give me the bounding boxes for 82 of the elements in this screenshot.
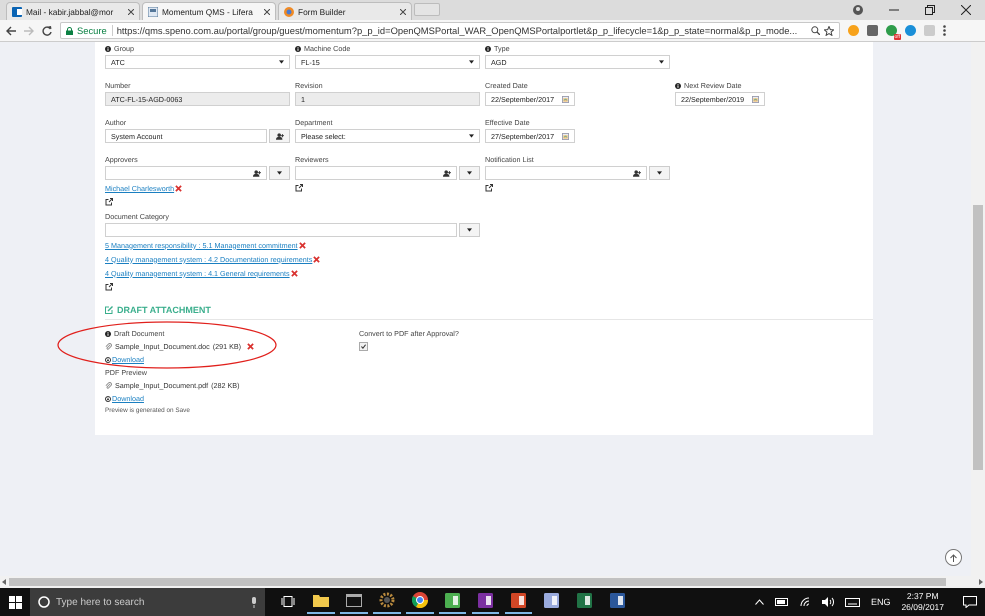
dropdown-button[interactable] (459, 223, 480, 237)
wifi-icon[interactable] (800, 597, 811, 607)
remove-icon[interactable] (290, 270, 298, 276)
caret-icon (469, 60, 474, 64)
dropdown-button[interactable] (269, 166, 290, 180)
download-icon (105, 356, 111, 362)
add-user-button[interactable] (269, 129, 290, 143)
notification-icon[interactable] (963, 596, 977, 608)
caret-icon (659, 60, 664, 64)
add-user-icon (443, 170, 451, 176)
search-icon (38, 596, 50, 608)
remove-icon[interactable] (313, 256, 320, 262)
volume-icon[interactable] (822, 597, 834, 607)
add-user-icon (633, 170, 641, 176)
add-user-icon (253, 170, 261, 176)
calendar-icon[interactable] (752, 96, 759, 102)
restore-icon[interactable] (925, 5, 935, 15)
caret-icon (469, 134, 474, 138)
extension-icon[interactable] (867, 25, 878, 36)
zoom-icon[interactable] (811, 26, 820, 35)
horizontal-scrollbar[interactable] (0, 576, 985, 588)
caret-icon (279, 60, 284, 64)
task-view-icon[interactable] (280, 596, 294, 606)
search-field[interactable]: Type here to search (30, 588, 265, 616)
calendar-icon[interactable] (562, 96, 569, 102)
lock-icon (66, 26, 73, 34)
caret-icon (467, 171, 472, 175)
external-link-icon[interactable] (105, 283, 113, 291)
clock[interactable]: 2:37 PM 26/09/2017 (901, 591, 944, 613)
add-user-icon (276, 132, 284, 140)
browser-tab[interactable]: Form Builder (278, 2, 412, 20)
star-icon[interactable] (824, 26, 834, 36)
keyboard-icon[interactable] (844, 598, 860, 606)
address-bar[interactable]: Secure https://qms.speno.com.au/portal/group/guest/momentum?p_p_id=OpenQMSPortal_WAR_OpenQMSPortalportlet&p_p_lifecycle=1&p_p_state=normal&p_p_mode... (60, 22, 840, 39)
user-icon[interactable] (853, 5, 863, 15)
edit-icon (105, 306, 113, 314)
input-field[interactable] (105, 223, 457, 237)
caret-icon (657, 171, 662, 175)
paperclip-icon (105, 343, 112, 350)
extension-icon[interactable] (905, 25, 916, 36)
menu-icon[interactable] (943, 25, 946, 36)
close-icon[interactable] (400, 8, 406, 14)
input-field[interactable] (485, 166, 647, 180)
scroll-left-icon[interactable] (2, 579, 6, 585)
url-text: https://qms.speno.com.au/portal/group/guest/momentum?p_p_id=OpenQMSPortal_WAR_OpenQMSPortalportlet&p_p_lifecycle=1&p_p_state=normal&p_p_mode... (116, 25, 798, 36)
download-icon (105, 396, 111, 402)
input-field[interactable] (105, 166, 267, 180)
chevron-up-icon[interactable] (754, 599, 764, 605)
remove-icon[interactable] (175, 184, 182, 192)
back-icon[interactable] (6, 26, 16, 36)
external-link-icon[interactable] (485, 184, 493, 192)
remove-icon[interactable] (247, 343, 254, 350)
input-field[interactable] (295, 166, 457, 180)
windows-icon (8, 596, 22, 608)
external-link-icon[interactable] (105, 198, 113, 206)
dropdown-button[interactable] (649, 166, 670, 180)
mail-icon (12, 6, 22, 16)
calendar-icon[interactable] (562, 132, 569, 140)
microphone-icon[interactable] (251, 596, 257, 608)
browser-tab[interactable]: Mail - kabir.jabbal@mor (6, 2, 140, 20)
close-icon[interactable] (264, 8, 270, 14)
page-icon (148, 6, 158, 16)
secure-label: Secure (77, 25, 113, 36)
caret-icon (277, 171, 282, 175)
scroll-right-icon[interactable] (979, 579, 983, 585)
external-link-icon[interactable] (295, 184, 303, 192)
paperclip-icon (105, 382, 112, 389)
close-icon[interactable] (128, 8, 134, 14)
caret-icon (467, 228, 472, 232)
remove-icon[interactable] (298, 242, 306, 248)
vertical-scrollbar[interactable] (971, 42, 985, 576)
section-title: DRAFT ATTACHMENT (117, 305, 211, 315)
scroll-top-button[interactable] (945, 549, 962, 566)
close-icon[interactable] (961, 5, 971, 15)
language-indicator[interactable]: ENG (870, 597, 890, 607)
circle-icon (284, 6, 294, 16)
battery-icon[interactable] (774, 598, 789, 606)
browser-tab[interactable]: Momentum QMS - Lifera (142, 2, 276, 20)
checkbox[interactable] (359, 342, 368, 351)
dropdown-button[interactable] (459, 166, 480, 180)
reload-icon[interactable] (42, 26, 52, 36)
arrow-up-icon (950, 554, 957, 562)
